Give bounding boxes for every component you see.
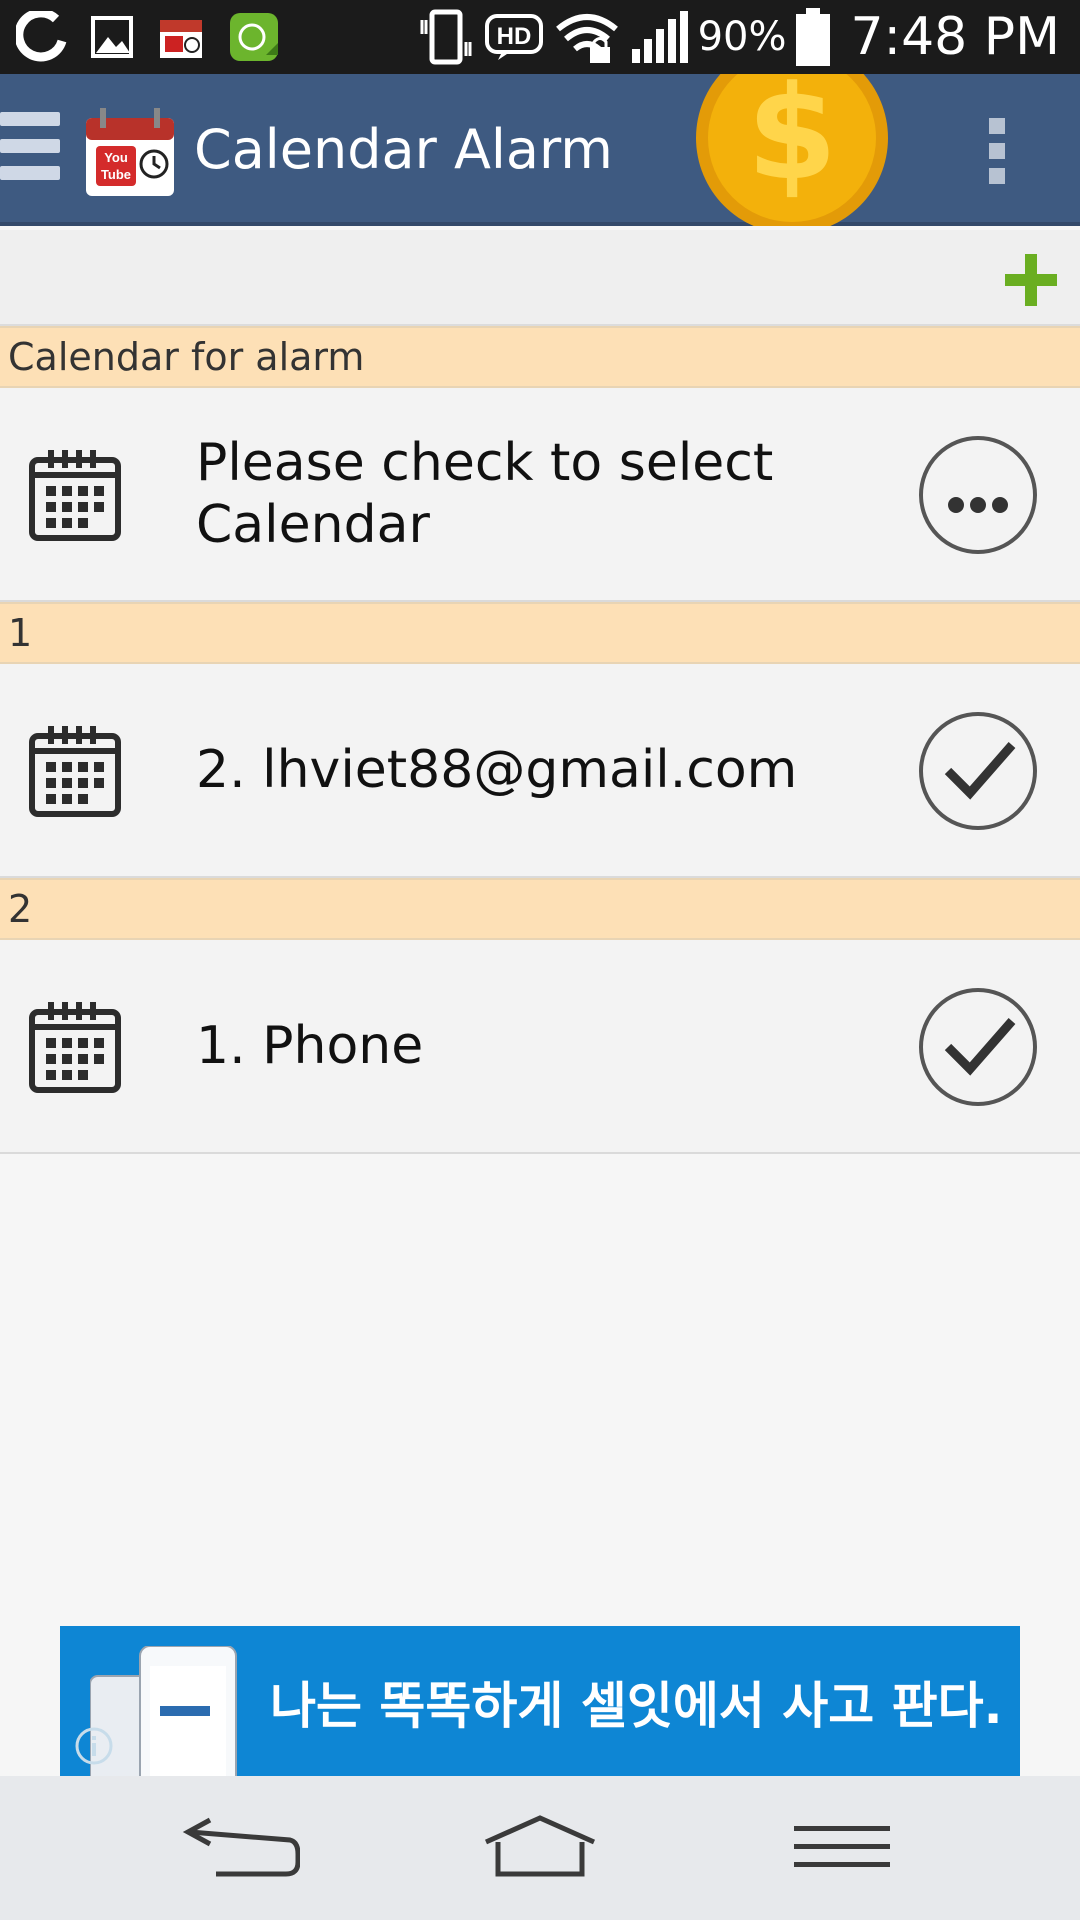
phone-mockup-icon [90,1646,237,1776]
menu-icon[interactable] [0,112,60,192]
calendar-icon [29,450,121,541]
section-header: 2 [0,878,1080,940]
home-icon[interactable] [480,1812,600,1882]
vibrate-icon [420,9,472,65]
notification-area [0,11,280,63]
app-title: Calendar Alarm [194,118,613,181]
battery-icon [796,8,831,66]
calendar-label: 1. Phone [196,1016,424,1076]
list-item[interactable]: Please check to select Calendar [0,388,1080,602]
status-bar: HD 90% 7:48 PM [0,0,1080,74]
system-nav-bar [0,1776,1080,1920]
ad-text: 나는 똑똑하게 셀잇에서 사고 판다. [270,1677,1003,1735]
sms-app-icon [230,13,278,61]
hd-icon: HD [484,14,543,60]
calendar-alarm-icon [160,20,202,58]
list-item[interactable]: 2. lhviet88@gmail.com [0,664,1080,878]
section-header: 1 [0,602,1080,664]
carrier-icon [16,11,67,62]
system-status-area: HD 90% 7:48 PM [418,7,1080,67]
plus-icon[interactable] [1003,252,1059,308]
check-circle-icon[interactable] [916,985,1040,1109]
gallery-icon [91,16,133,58]
calendar-list: Calendar for alarm Please check to selec… [0,326,1080,1154]
coin-button[interactable]: $ [695,74,889,226]
more-circle-icon[interactable] [916,433,1040,557]
status-time: 7:48 PM [850,7,1060,67]
action-bar: You Tube Calendar Alarm $ [0,74,1080,226]
calendar-icon [29,726,121,817]
overflow-menu-icon[interactable] [985,118,1009,184]
svg-text:Tube: Tube [101,167,131,182]
check-circle-icon[interactable] [916,709,1040,833]
svg-text:$: $ [747,74,837,209]
list-item[interactable]: 1. Phone [0,940,1080,1154]
signal-icon [631,11,688,63]
calendar-icon [29,1002,121,1093]
svg-text:HD: HD [496,23,531,50]
calendar-label: Please check to select Calendar [196,433,774,555]
ad-banner[interactable]: 나는 똑똑하게 셀잇에서 사고 판다. [60,1626,1020,1776]
svg-text:You: You [104,150,128,165]
section-header: Calendar for alarm [0,326,1080,388]
calendar-label: 2. lhviet88@gmail.com [196,740,798,800]
list-toolbar [0,230,1080,326]
battery-percent: 90% [697,14,787,60]
info-icon[interactable] [74,1726,114,1766]
recent-apps-icon[interactable] [782,1812,902,1882]
wifi-lock-icon [555,14,618,63]
app-logo-icon[interactable]: You Tube [82,104,178,200]
back-icon[interactable] [180,1812,300,1882]
coin-dollar-icon: $ [696,74,888,226]
